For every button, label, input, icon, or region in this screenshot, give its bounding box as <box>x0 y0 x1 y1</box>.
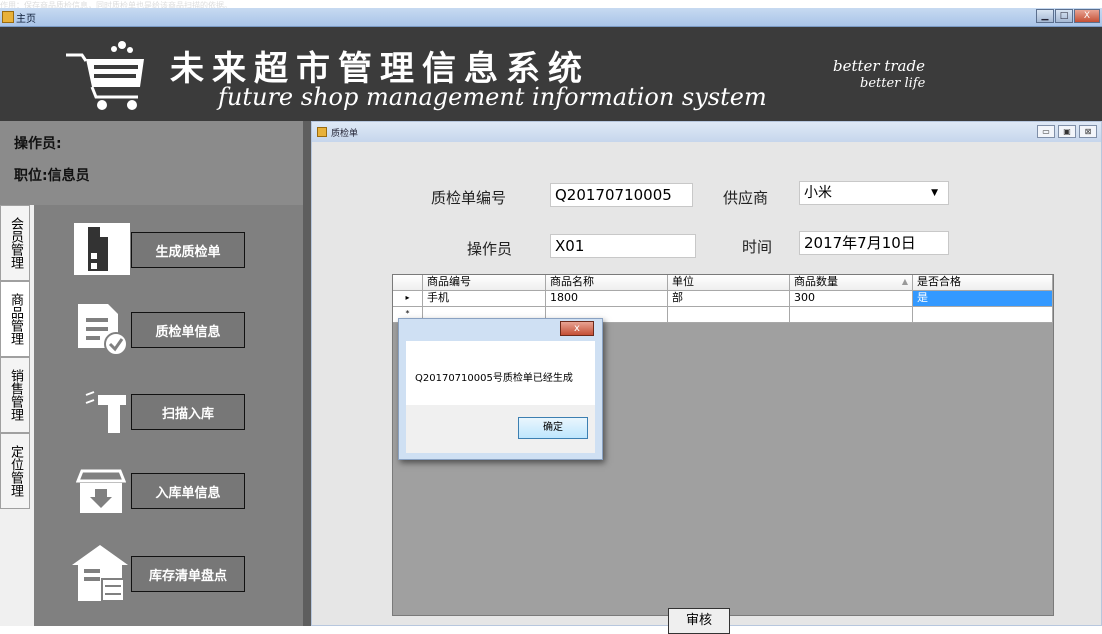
child-close-button[interactable]: ⊠ <box>1079 125 1097 138</box>
col-quantity[interactable]: 商品数量 ▲ <box>790 275 913 291</box>
slogan-line-2: better life <box>860 76 926 91</box>
date-picker[interactable]: 2017年7月10日 <box>799 231 949 255</box>
panel-splitter[interactable] <box>303 121 311 626</box>
scan-stock-in-button[interactable]: 扫描入库 <box>131 394 245 430</box>
main-title-bar: 主页 ▁ □ X <box>0 8 1102 27</box>
inbox-download-icon <box>76 469 126 513</box>
cell-new-unit[interactable] <box>668 307 790 323</box>
current-row-marker: ▸ <box>393 291 423 307</box>
qc-number-label: 质检单编号 <box>431 189 507 207</box>
main-window-title: 主页 <box>16 14 36 25</box>
product-menu-panel: 生成质检单 质检单信息 扫描入库 入库单信息 库存清单盘点 <box>34 205 303 626</box>
app-title-english: future shop management information syste… <box>218 83 767 111</box>
child-window-controls: ▭ ▣ ⊠ <box>1034 125 1097 138</box>
col-quantity-label: 商品数量 <box>794 275 838 288</box>
ok-button[interactable]: 确定 <box>518 417 588 439</box>
maximize-button[interactable]: □ <box>1055 9 1073 23</box>
supplier-label: 供应商 <box>723 189 769 207</box>
cell-new-qualified[interactable] <box>913 307 1053 323</box>
app-icon <box>2 11 14 23</box>
tab-sales-management[interactable]: 销售管理 <box>0 357 30 433</box>
close-button[interactable]: X <box>1074 9 1100 23</box>
qc-number-input[interactable]: Q20170710005 <box>550 183 693 207</box>
qc-window-title-bar: 质检单 ▭ ▣ ⊠ <box>312 122 1101 143</box>
cell-product-code[interactable]: 手机 <box>423 291 546 307</box>
form-icon <box>317 127 327 137</box>
chevron-down-icon: ▼ <box>931 188 938 198</box>
grid-header-row: 商品编号 商品名称 单位 商品数量 ▲ 是否合格 <box>393 275 1053 291</box>
col-product-code[interactable]: 商品编号 <box>423 275 546 291</box>
child-restore-button[interactable]: ▣ <box>1058 125 1076 138</box>
operator-label: 操作员: <box>14 136 62 152</box>
qc-window-title: 质检单 <box>331 129 359 139</box>
cell-unit[interactable]: 部 <box>668 291 790 307</box>
operator-input[interactable]: X01 <box>550 234 696 258</box>
sort-arrow-icon: ▲ <box>901 277 908 286</box>
operator-field-label: 操作员 <box>467 240 513 258</box>
dialog-body: Q20170710005号质检单已经生成 <box>406 341 595 405</box>
dialog-footer: 确定 <box>406 405 595 453</box>
tab-product-management[interactable]: 商品管理 <box>0 281 30 357</box>
cell-quantity[interactable]: 300 <box>790 291 913 307</box>
barcode-scanner-icon <box>85 391 126 433</box>
window-controls: ▁ □ X <box>1035 9 1100 24</box>
cell-qualified[interactable]: 是 <box>913 291 1053 307</box>
inventory-stocktake-button[interactable]: 库存清单盘点 <box>131 556 245 592</box>
document-check-icon <box>78 304 128 356</box>
user-info-panel: 操作员: 职位:信息员 <box>0 121 303 206</box>
qc-sheet-info-button[interactable]: 质检单信息 <box>131 312 245 348</box>
dialog-message: Q20170710005号质检单已经生成 <box>415 373 573 384</box>
role-label: 职位:信息员 <box>14 168 90 184</box>
shopping-cart-icon <box>66 41 144 110</box>
col-unit[interactable]: 单位 <box>668 275 790 291</box>
generate-qc-sheet-button[interactable]: 生成质检单 <box>131 232 245 268</box>
col-product-name[interactable]: 商品名称 <box>546 275 668 291</box>
message-dialog: x Q20170710005号质检单已经生成 确定 <box>398 318 603 460</box>
tab-member-management[interactable]: 会员管理 <box>0 205 30 281</box>
slogan-line-1: better trade <box>833 57 925 75</box>
audit-button[interactable]: 审核 <box>668 608 730 634</box>
grid-corner-cell <box>393 275 423 291</box>
minimize-button[interactable]: ▁ <box>1036 9 1054 23</box>
child-minimize-button[interactable]: ▭ <box>1037 125 1055 138</box>
time-label: 时间 <box>742 238 773 256</box>
supplier-select[interactable]: 小米 ▼ <box>799 181 949 205</box>
top-text-strip: 作用：保存商品质检信息，同时质检单也是给该商品扫描的依据。 <box>0 0 1102 8</box>
supplier-value: 小米 <box>804 185 832 201</box>
building-icon <box>74 223 130 275</box>
warehouse-abacus-icon <box>72 545 128 602</box>
cell-new-quantity[interactable] <box>790 307 913 323</box>
side-tab-strip: 会员管理 商品管理 销售管理 定位管理 <box>0 205 34 626</box>
tab-location-management[interactable]: 定位管理 <box>0 433 30 509</box>
table-row[interactable]: ▸ 手机 1800 部 300 是 <box>393 291 1053 307</box>
app-header-banner: 未来超市管理信息系统 future shop management inform… <box>0 27 1102 121</box>
dialog-close-button[interactable]: x <box>560 321 594 336</box>
col-qualified[interactable]: 是否合格 <box>913 275 1053 291</box>
cell-product-name[interactable]: 1800 <box>546 291 668 307</box>
stock-in-info-button[interactable]: 入库单信息 <box>131 473 245 509</box>
